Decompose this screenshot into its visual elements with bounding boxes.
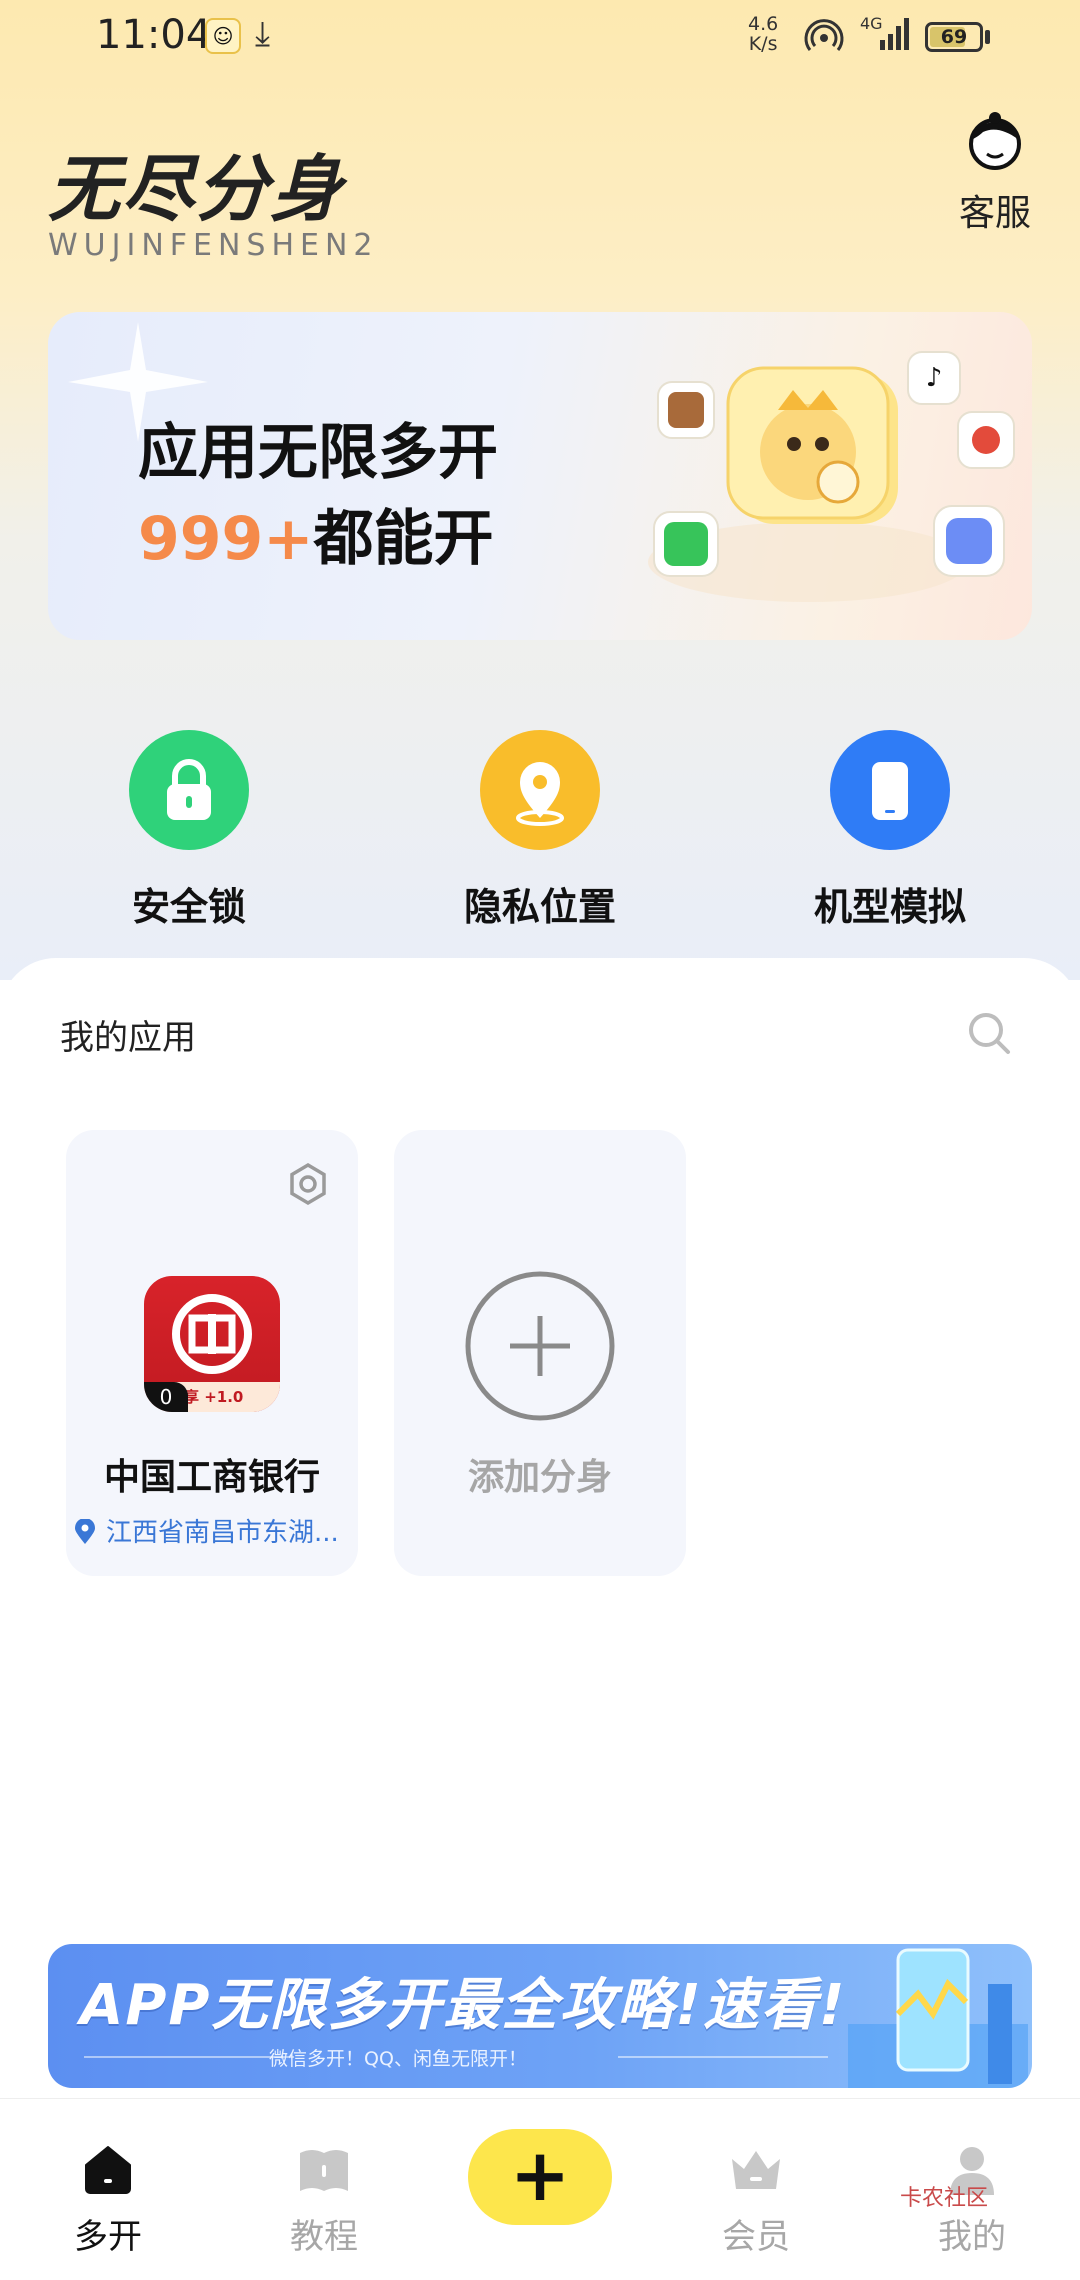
customer-service-button[interactable]: 客服 [950, 110, 1040, 236]
app-name: 中国工商银行 [103, 1457, 320, 1498]
feature-label: 隐私位置 [463, 885, 616, 929]
feature-label: 安全锁 [131, 885, 246, 929]
feature-security-lock[interactable]: 安全锁 [89, 730, 289, 931]
download-icon: ⤓ [255, 14, 271, 54]
customer-service-label: 客服 [958, 193, 1031, 234]
app-tile-icbc[interactable]: 享 +1.0 0 中国工商银行 江西省南昌市东湖... [66, 1130, 358, 1576]
feature-label: 机型模拟 [813, 885, 966, 929]
app-logo-title: 无尽分身 [48, 147, 345, 231]
icbc-app-icon: 享 +1.0 0 [144, 1276, 280, 1412]
app-notification-icon: ☺ [205, 18, 241, 54]
guide-promo-banner[interactable]: APP无限多开最全攻略!速看! 微信多开！QQ、闲鱼无限开！ [48, 1944, 1032, 2088]
nav-label: 教程 [290, 2217, 358, 2257]
nav-label: 我的 [938, 2217, 1006, 2257]
location-pin-icon [75, 1519, 95, 1544]
signal-icon [880, 18, 909, 50]
nav-label: 会员 [722, 2217, 790, 2257]
banner-headline: 应用无限多开 [138, 418, 498, 488]
battery-level: 69 [940, 26, 968, 48]
promo-title: APP无限多开最全攻略!速看! [80, 1973, 847, 2038]
network-speed: 4.6 K/s [748, 13, 779, 55]
phone-icon [830, 730, 950, 850]
app-logo-subtitle: WUJINFENSHEN2 [48, 228, 379, 263]
banner-subheadline: 999+都能开 [138, 504, 494, 574]
status-bar: 11:04 ☺ ⤓ 4.6 K/s 4G 69 [0, 0, 1080, 72]
my-apps-title: 我的应用 [60, 1018, 196, 1058]
promo-subtitle: 微信多开！QQ、闲鱼无限开！ [269, 2048, 527, 2070]
settings-icon[interactable] [286, 1162, 330, 1206]
search-icon[interactable] [964, 1008, 1014, 1058]
nav-tab-multi-open[interactable]: 多开 [38, 2139, 178, 2258]
svg-text:♪: ♪ [926, 363, 943, 393]
my-apps-panel: 我的应用 享 +1.0 0 中国工商银行 江西省南昌市东湖... 添加分身 [0, 958, 1080, 2098]
book-icon [300, 2150, 348, 2191]
add-icon [465, 1271, 615, 1421]
app-badge-text: 享 +1.0 [184, 1388, 244, 1406]
app-badge-count: 0 [144, 1382, 188, 1412]
app-icons-illustration: ♪ [648, 351, 1015, 602]
add-clone-tile[interactable]: 添加分身 [394, 1130, 686, 1576]
feature-private-location[interactable]: 隐私位置 [440, 730, 640, 931]
promo-banner[interactable]: 应用无限多开 999+都能开 ♪ [48, 312, 1032, 640]
nav-label: 多开 [74, 2217, 142, 2257]
location-pin-icon [480, 730, 600, 850]
feature-device-simulation[interactable]: 机型模拟 [790, 730, 990, 931]
hotspot-icon [804, 19, 844, 51]
add-button[interactable]: + [468, 2129, 612, 2225]
crown-icon [732, 2151, 780, 2189]
nav-tab-membership[interactable]: 会员 [686, 2139, 826, 2258]
status-time: 11:04 [96, 12, 212, 58]
lock-icon [129, 730, 249, 850]
add-clone-label: 添加分身 [467, 1457, 612, 1498]
phone-illustration [848, 1948, 1028, 2088]
app-location: 江西省南昌市东湖... [72, 1512, 358, 1549]
home-icon [85, 2146, 131, 2194]
battery-icon: 69 [925, 22, 983, 52]
watermark: 卡农社区 [900, 2186, 989, 2211]
customer-service-icon [969, 112, 1021, 170]
nav-tab-tutorial[interactable]: 教程 [254, 2139, 394, 2258]
